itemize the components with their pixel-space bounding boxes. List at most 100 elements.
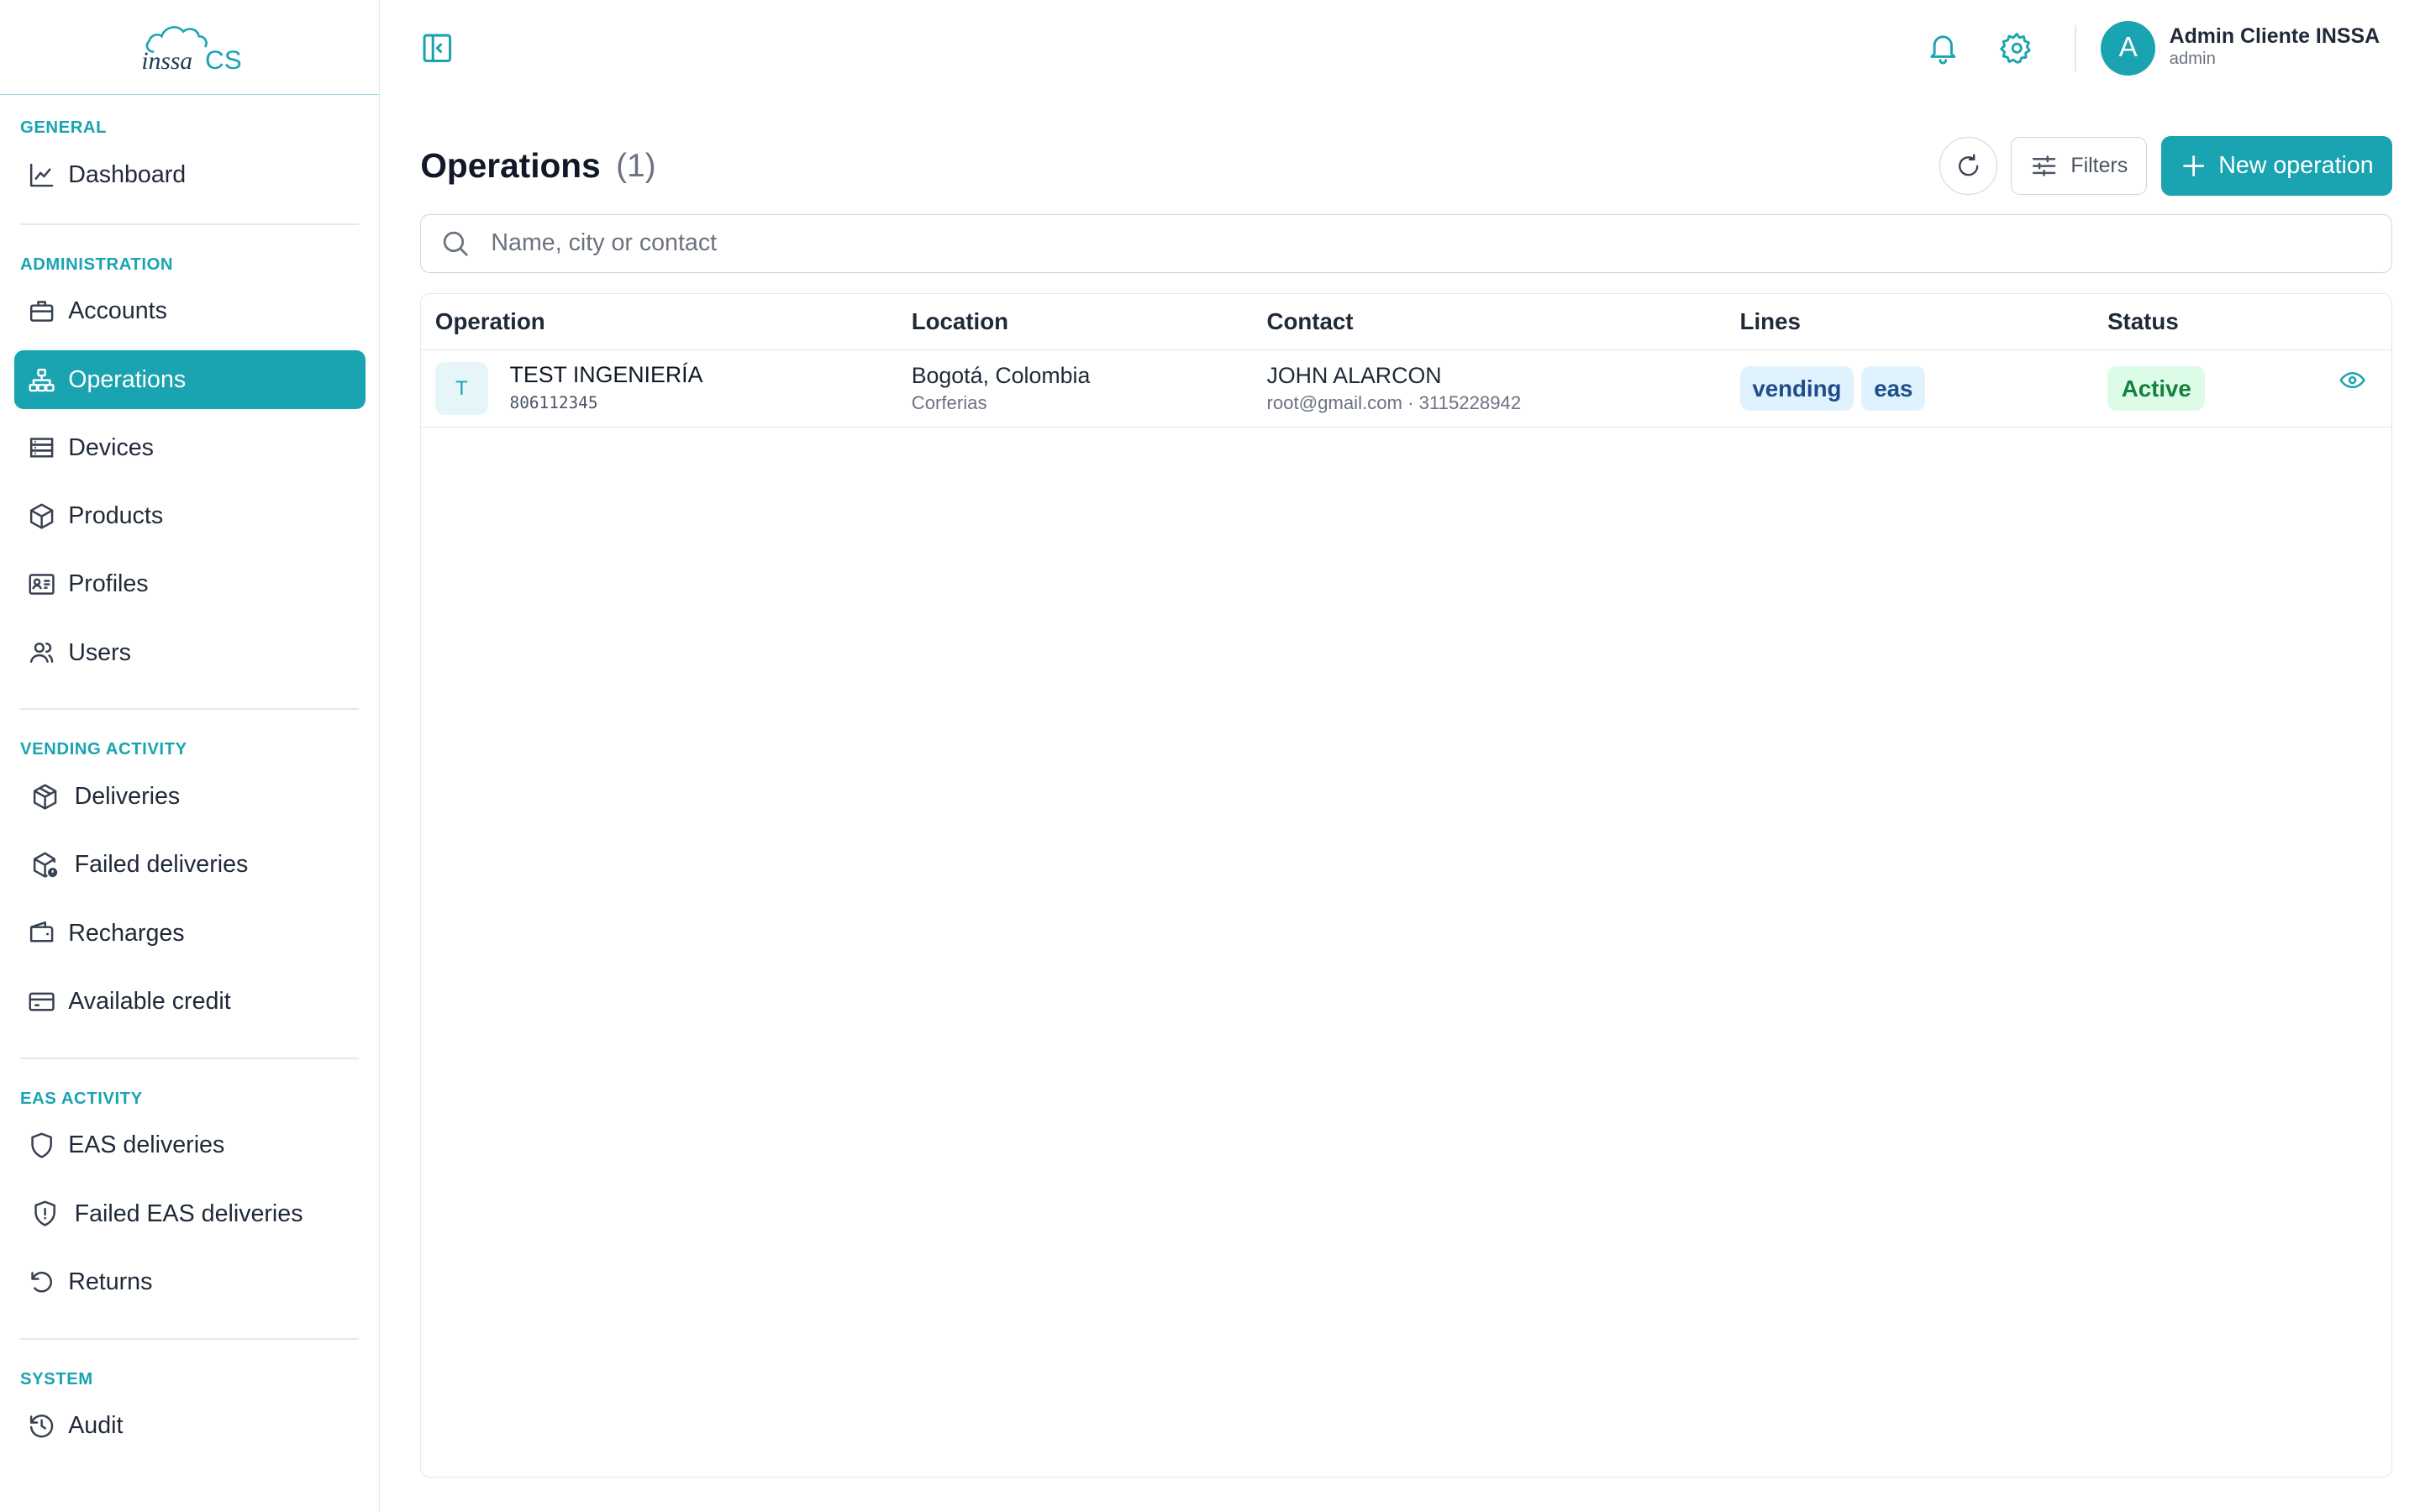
- cell-status: Active: [2093, 349, 2391, 428]
- sidebar: inssa CS GENERAL Dashboard ADMINISTRATIO…: [0, 0, 381, 1512]
- cell-location: Bogotá, Colombia Corferias: [897, 349, 1253, 428]
- sidebar-item-label: Available credit: [68, 987, 231, 1015]
- sidebar-item-operations[interactable]: Operations: [13, 350, 366, 410]
- sliders-icon: [2030, 152, 2058, 180]
- location-venue: Corferias: [911, 392, 987, 414]
- table-header-row: Operation Location Contact Lines Status: [421, 293, 2391, 350]
- column-header-lines[interactable]: Lines: [1725, 293, 2094, 350]
- sidebar-item-label: EAS deliveries: [68, 1131, 225, 1159]
- sidebar-item-failed-deliveries[interactable]: Failed deliveries: [14, 836, 366, 895]
- sidebar-toggle-icon[interactable]: [420, 31, 455, 66]
- section-label-vending-activity: VENDING ACTIVITY: [19, 740, 187, 759]
- sidebar-item-failed-eas-deliveries[interactable]: Failed EAS deliveries: [14, 1184, 366, 1243]
- shield-icon: [26, 1130, 57, 1161]
- topbar-separator: [2074, 24, 2076, 71]
- user-name: Admin Cliente INSSA: [2169, 24, 2381, 49]
- user-info[interactable]: Admin Cliente INSSA admin: [2170, 25, 2380, 71]
- column-header-operation[interactable]: Operation: [421, 293, 898, 350]
- search-input[interactable]: [491, 229, 2248, 258]
- sidebar-item-label: Users: [68, 638, 131, 666]
- column-header-location[interactable]: Location: [897, 293, 1253, 350]
- status-badge: Active: [2107, 365, 2206, 412]
- main-content: A Admin Cliente INSSA admin Operations (…: [380, 0, 2420, 1512]
- sidebar-item-label: Deliveries: [74, 783, 181, 811]
- section-label-eas-activity: EAS ACTIVITY: [19, 1089, 143, 1108]
- page-header: Operations (1) Filters New operation: [420, 135, 2392, 197]
- operation-code: 806112345: [509, 393, 598, 413]
- sidebar-item-label: Failed deliveries: [74, 851, 249, 879]
- contact-name: JOHN ALARCON: [1266, 363, 1442, 389]
- sidebar-item-accounts[interactable]: Accounts: [14, 282, 366, 341]
- refresh-button[interactable]: [1939, 137, 1997, 195]
- sidebar-item-returns[interactable]: Returns: [14, 1252, 366, 1311]
- sidebar-item-deliveries[interactable]: Deliveries: [14, 768, 366, 827]
- section-label-system: SYSTEM: [19, 1369, 93, 1389]
- cell-operation: T TEST INGENIERÍA 806112345: [421, 349, 898, 428]
- page-title: Operations: [420, 146, 601, 186]
- user-role: admin: [2169, 50, 2216, 69]
- line-tag-eas: eas: [1861, 365, 1926, 412]
- cell-contact: JOHN ALARCON root@gmail.com · 3115228942: [1252, 349, 1726, 428]
- rotate-ccw-icon: [26, 1267, 57, 1298]
- avatar[interactable]: A: [2101, 20, 2155, 76]
- sidebar-item-users[interactable]: Users: [14, 623, 366, 682]
- sidebar-item-label: Profiles: [68, 570, 149, 598]
- column-header-contact[interactable]: Contact: [1252, 293, 1726, 350]
- new-operation-button[interactable]: New operation: [2160, 136, 2392, 196]
- wallet-icon: [26, 918, 57, 949]
- credit-card-icon: [26, 986, 57, 1017]
- sidebar-nav: GENERAL Dashboard ADMINISTRATION Account…: [0, 95, 379, 1512]
- package-icon: [29, 781, 60, 812]
- sidebar-item-profiles[interactable]: Profiles: [14, 555, 366, 614]
- gear-icon[interactable]: [2000, 31, 2034, 66]
- plus-icon: [2180, 152, 2207, 180]
- topbar: A Admin Cliente INSSA admin: [380, 0, 2420, 95]
- sidebar-item-recharges[interactable]: Recharges: [14, 904, 366, 963]
- history-icon: [26, 1410, 57, 1441]
- sidebar-item-label: Accounts: [68, 297, 167, 325]
- sidebar-item-label: Failed EAS deliveries: [74, 1200, 303, 1227]
- id-card-icon: [26, 569, 57, 600]
- table-row[interactable]: T TEST INGENIERÍA 806112345 Bogotá, Colo…: [421, 349, 2391, 428]
- operation-initial-badge: T: [434, 362, 488, 415]
- logo-text-right: CS: [205, 45, 242, 75]
- topbar-actions: A Admin Cliente INSSA admin: [1886, 18, 2380, 77]
- briefcase-icon: [26, 297, 57, 328]
- package-alert-icon: [29, 849, 60, 880]
- sidebar-item-label: Devices: [68, 433, 154, 461]
- line-tag-vending: vending: [1739, 365, 1854, 412]
- cell-lines: vending eas: [1725, 349, 2094, 428]
- page-actions: Filters New operation: [1939, 136, 2392, 196]
- sidebar-item-products[interactable]: Products: [14, 487, 366, 546]
- refresh-icon: [1958, 154, 1979, 176]
- bell-icon[interactable]: [1926, 31, 1960, 66]
- sidebar-item-label: Audit: [68, 1412, 124, 1440]
- sidebar-item-devices[interactable]: Devices: [14, 418, 366, 477]
- operations-table: Operation Location Contact Lines Status …: [420, 292, 2392, 1478]
- section-label-general: GENERAL: [19, 118, 108, 138]
- sidebar-item-audit[interactable]: Audit: [14, 1397, 366, 1456]
- sidebar-item-available-credit[interactable]: Available credit: [14, 972, 366, 1031]
- sidebar-item-dashboard[interactable]: Dashboard: [14, 146, 366, 205]
- logo[interactable]: inssa CS: [0, 0, 380, 95]
- server-icon: [26, 433, 57, 464]
- box-icon: [26, 501, 57, 532]
- location-city: Bogotá, Colombia: [911, 363, 1091, 389]
- eye-icon[interactable]: [2338, 366, 2366, 394]
- search-icon: [439, 228, 471, 259]
- sidebar-item-label: Returns: [68, 1268, 153, 1295]
- org-chart-icon: [26, 365, 57, 396]
- contact-detail: root@gmail.com · 3115228942: [1266, 392, 1522, 414]
- search-bar[interactable]: [420, 213, 2392, 273]
- users-icon: [26, 638, 57, 669]
- app-root: inssa CS GENERAL Dashboard ADMINISTRATIO…: [0, 0, 2420, 1512]
- filters-button[interactable]: Filters: [2011, 137, 2148, 195]
- logo-text-left: inssa: [141, 48, 192, 75]
- sidebar-item-label: Operations: [68, 365, 187, 393]
- sidebar-item-eas-deliveries[interactable]: EAS deliveries: [14, 1116, 366, 1175]
- section-label-administration: ADMINISTRATION: [19, 255, 174, 274]
- shield-alert-icon: [29, 1199, 60, 1230]
- operation-name: TEST INGENIERÍA: [509, 362, 703, 388]
- column-header-status[interactable]: Status: [2093, 293, 2391, 350]
- inssa-cs-logo-icon: inssa CS: [141, 25, 242, 75]
